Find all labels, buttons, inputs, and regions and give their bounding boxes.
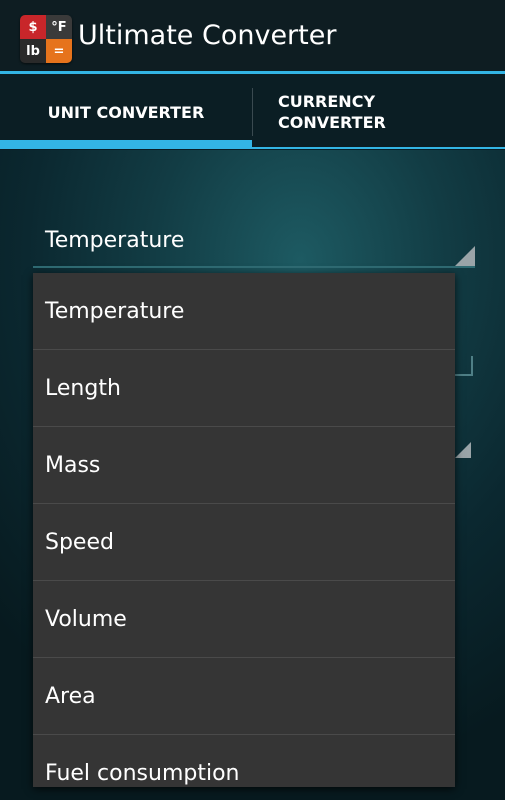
spinner-underline [33,266,475,268]
action-bar: $ °F lb = Ultimate Converter [0,0,505,72]
dropdown-option-volume[interactable]: Volume [33,581,455,658]
pound-icon: lb [20,39,46,63]
tab-bar-bottom-line [252,147,505,149]
dropdown-option-temperature[interactable]: Temperature [33,273,455,350]
background-spinner-arrow-icon [455,442,471,458]
background-field-edge [471,356,473,376]
tab-currency-converter[interactable]: CURRENCY CONVERTER [253,74,505,150]
dropdown-option-length[interactable]: Length [33,350,455,427]
app-icon[interactable]: $ °F lb = [20,15,72,63]
dropdown-option-fuel-consumption[interactable]: Fuel consumption [33,735,455,787]
dollar-icon: $ [20,15,46,39]
tab-bar: UNIT CONVERTER CURRENCY CONVERTER [0,74,505,150]
fahrenheit-icon: °F [46,15,72,39]
selected-tab-indicator [0,140,252,149]
spinner-arrow-icon [455,246,475,266]
dropdown-option-area[interactable]: Area [33,658,455,735]
spinner-selected-value: Temperature [45,228,185,253]
app-title: Ultimate Converter [78,20,337,51]
tab-unit-converter[interactable]: UNIT CONVERTER [0,74,252,150]
tab-currency-converter-label: CURRENCY CONVERTER [278,92,386,132]
equals-icon: = [46,39,72,63]
conversion-type-dropdown: Temperature Length Mass Speed Volume Are… [33,273,455,787]
dropdown-option-speed[interactable]: Speed [33,504,455,581]
dropdown-option-mass[interactable]: Mass [33,427,455,504]
conversion-type-spinner[interactable]: Temperature [33,222,475,268]
